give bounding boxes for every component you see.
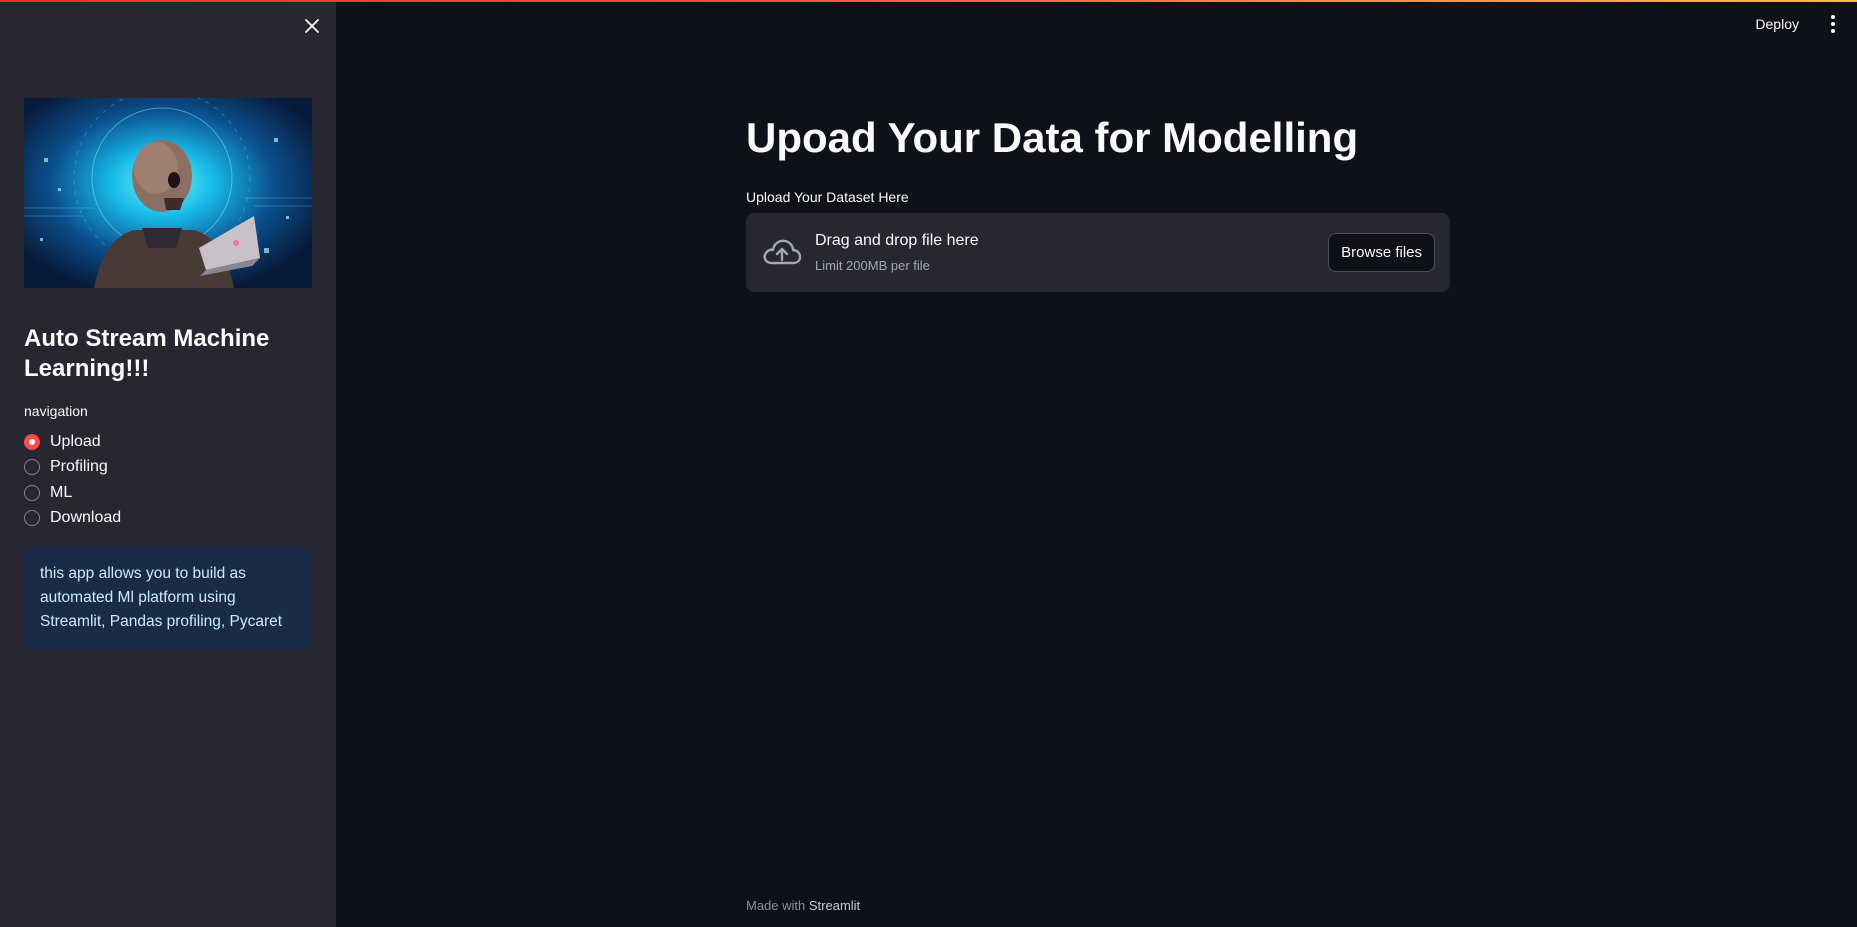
radio-option-upload[interactable]: Upload bbox=[24, 429, 121, 455]
sidebar: Auto Stream Machine Learning!!! navigati… bbox=[0, 0, 336, 927]
radio-option-profiling[interactable]: Profiling bbox=[24, 455, 121, 481]
radio-option-label: ML bbox=[50, 483, 73, 501]
deploy-button[interactable]: Deploy bbox=[1755, 16, 1799, 32]
browse-files-button[interactable]: Browse files bbox=[1328, 233, 1435, 272]
radio-unselected-icon bbox=[24, 510, 40, 527]
vertical-dots-icon bbox=[1831, 22, 1835, 26]
radio-option-label: Upload bbox=[50, 432, 101, 450]
radio-option-ml[interactable]: ML bbox=[24, 480, 121, 506]
radio-selected-icon bbox=[24, 433, 40, 450]
file-size-limit: Limit 200MB per file bbox=[815, 258, 930, 273]
cloud-upload-icon bbox=[763, 239, 802, 265]
file-dropzone[interactable]: Drag and drop file here Limit 200MB per … bbox=[746, 213, 1450, 292]
radio-option-download[interactable]: Download bbox=[24, 506, 121, 532]
close-sidebar-button[interactable] bbox=[300, 14, 324, 38]
file-uploader-label: Upload Your Dataset Here bbox=[746, 189, 909, 205]
app-header: Deploy bbox=[1755, 0, 1857, 48]
footer-text: Made with bbox=[746, 898, 806, 913]
vertical-dots-icon bbox=[1831, 15, 1835, 19]
navigation-label: navigation bbox=[24, 403, 88, 419]
streamlit-link[interactable]: Streamlit bbox=[809, 898, 860, 913]
footer: Made with Streamlit bbox=[746, 898, 860, 913]
app-title: Auto Stream Machine Learning!!! bbox=[24, 325, 270, 382]
hero-image bbox=[24, 98, 312, 288]
navigation-radio-group: Upload Profiling ML Download bbox=[24, 429, 121, 531]
radio-option-label: Download bbox=[50, 509, 122, 527]
vertical-dots-icon bbox=[1831, 29, 1835, 33]
radio-unselected-icon bbox=[24, 484, 40, 501]
radio-unselected-icon bbox=[24, 459, 40, 476]
main-menu-button[interactable] bbox=[1823, 14, 1843, 34]
page-title: Upoad Your Data for Modelling bbox=[746, 114, 1359, 161]
dropzone-instruction: Drag and drop file here bbox=[815, 232, 979, 249]
radio-option-label: Profiling bbox=[50, 458, 108, 476]
info-callout: this app allows you to build as automate… bbox=[24, 546, 312, 650]
close-icon bbox=[305, 19, 319, 33]
top-decoration-bar bbox=[0, 0, 1857, 2]
